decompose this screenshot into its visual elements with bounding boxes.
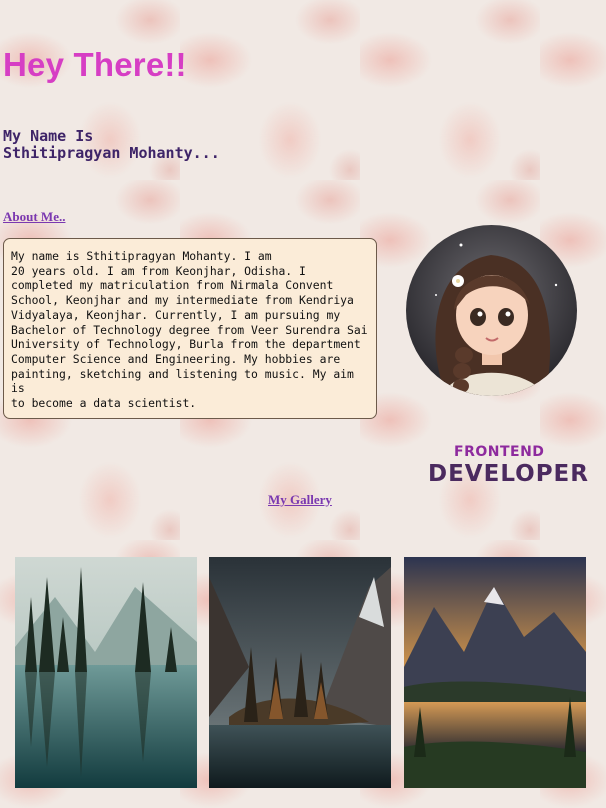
- intro-line-1: My Name Is: [3, 127, 94, 145]
- gallery-image-3: [404, 557, 586, 788]
- intro-name: My Name Is Sthitipragyan Mohanty...: [3, 128, 220, 162]
- avatar-illustration: [406, 225, 577, 396]
- role-developer: DEVELOPER: [428, 461, 589, 487]
- sunset-lake-image: [404, 557, 586, 788]
- my-gallery-link[interactable]: My Gallery: [268, 492, 332, 508]
- avatar: [406, 225, 577, 396]
- hero-title: Hey There!!: [3, 46, 187, 83]
- intro-line-2: Sthitipragyan Mohanty...: [3, 144, 220, 162]
- gallery-image-1: [15, 557, 197, 788]
- portfolio-page: Hey There!! My Name Is Sthitipragyan Moh…: [0, 0, 606, 808]
- mountain-lake-image: [209, 557, 391, 788]
- about-me-link[interactable]: About Me..: [3, 209, 65, 225]
- role-frontend: FRONTEND: [454, 444, 545, 460]
- gallery-image-2: [209, 557, 391, 788]
- forest-lake-image: [15, 557, 197, 788]
- about-me-text: My name is Sthitipragyan Mohanty. I am 2…: [3, 238, 377, 419]
